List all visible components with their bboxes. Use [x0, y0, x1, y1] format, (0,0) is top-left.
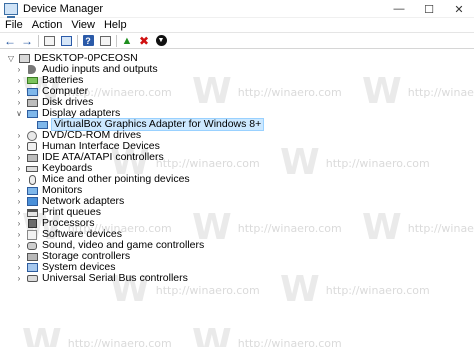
- watermark: Whttp://winaero.com: [362, 207, 474, 248]
- speaker-icon: [26, 65, 38, 75]
- collapsed-chevron-icon[interactable]: ›: [14, 207, 24, 218]
- sound-icon: [26, 241, 38, 251]
- minimize-button[interactable]: —: [384, 0, 414, 18]
- processor-icon: [26, 219, 38, 229]
- title-bar: Device Manager — ☐ ✕: [0, 0, 474, 18]
- expanded-chevron-icon[interactable]: ▽: [6, 53, 16, 64]
- back-arrow-icon: ←: [4, 33, 16, 48]
- device-manager-app-icon: [4, 2, 18, 18]
- watermark: Whttp://winaero.com: [192, 71, 342, 112]
- collapsed-chevron-icon[interactable]: ›: [14, 218, 24, 229]
- hid-icon: [26, 142, 38, 152]
- uninstall-icon: ✖: [138, 33, 150, 48]
- network-icon: [26, 197, 38, 207]
- watermark: Whttp://winaero.com: [280, 269, 430, 310]
- tree-item-label: Universal Serial Bus controllers: [42, 272, 188, 284]
- window-title: Device Manager: [23, 2, 104, 15]
- show-hidden-button[interactable]: [59, 34, 73, 47]
- forward-button[interactable]: →: [20, 33, 34, 48]
- computer-icon: [26, 87, 38, 97]
- device-tree[interactable]: Whttp://winaero.com Whttp://winaero.com …: [0, 50, 474, 347]
- window-controls: — ☐ ✕: [384, 0, 474, 18]
- collapsed-chevron-icon[interactable]: ›: [14, 141, 24, 152]
- collapsed-chevron-icon[interactable]: ›: [14, 251, 24, 262]
- collapsed-chevron-icon[interactable]: ›: [14, 97, 24, 108]
- toolbar: ← → ? ▲ ✖ ▼: [0, 33, 474, 49]
- storage-icon: [26, 252, 38, 262]
- properties-icon: [43, 35, 55, 46]
- software-icon: [26, 229, 38, 240]
- expanded-chevron-icon[interactable]: ∨: [14, 108, 24, 119]
- help-icon: ?: [82, 35, 94, 46]
- collapsed-chevron-icon[interactable]: ›: [14, 262, 24, 273]
- toolbar-separator: [38, 34, 39, 47]
- display-adapter-icon: [26, 109, 38, 119]
- mouse-icon: [26, 174, 38, 185]
- computer-icon: [18, 54, 30, 64]
- disable-button[interactable]: ▼: [154, 34, 168, 47]
- collapsed-chevron-icon[interactable]: ›: [14, 163, 24, 174]
- collapsed-chevron-icon[interactable]: ›: [14, 229, 24, 240]
- maximize-button[interactable]: ☐: [414, 0, 444, 18]
- menu-file[interactable]: File: [1, 19, 27, 31]
- collapsed-chevron-icon[interactable]: ›: [14, 86, 24, 97]
- collapsed-chevron-icon[interactable]: ›: [14, 240, 24, 251]
- collapsed-chevron-icon[interactable]: ›: [14, 152, 24, 163]
- toolbar-separator: [77, 34, 78, 47]
- cdrom-icon: [26, 130, 38, 141]
- close-button[interactable]: ✕: [444, 0, 474, 18]
- keyboard-icon: [26, 164, 38, 174]
- collapsed-chevron-icon[interactable]: ›: [14, 174, 24, 185]
- system-icon: [26, 263, 38, 273]
- usb-icon: [26, 274, 38, 284]
- battery-icon: [26, 76, 38, 86]
- watermark: Whttp://winaero.com: [280, 142, 430, 183]
- ide-icon: [26, 153, 38, 163]
- watermark: Whttp://winaero.com: [192, 207, 342, 248]
- disable-icon: ▼: [155, 35, 167, 46]
- watermark: Whttp://winaero.com: [22, 322, 172, 347]
- collapsed-chevron-icon[interactable]: ›: [14, 75, 24, 86]
- display-adapter-icon: [36, 120, 48, 130]
- tree-item-usb-controllers[interactable]: › Universal Serial Bus controllers: [14, 273, 188, 284]
- update-driver-button[interactable]: ▲: [120, 34, 134, 47]
- monitor-icon: [26, 186, 38, 196]
- printer-icon: [26, 208, 38, 218]
- menu-help[interactable]: Help: [100, 19, 131, 31]
- collapsed-chevron-icon[interactable]: ›: [14, 273, 24, 284]
- disk-icon: [26, 98, 38, 108]
- tree-item-audio[interactable]: › Audio inputs and outputs: [14, 64, 158, 75]
- toolbar-separator: [116, 34, 117, 47]
- scan-hardware-button[interactable]: [98, 34, 112, 47]
- back-button[interactable]: ←: [3, 33, 17, 48]
- scan-hardware-icon: [99, 35, 111, 46]
- collapsed-chevron-icon[interactable]: ›: [14, 196, 24, 207]
- update-driver-icon: ▲: [121, 34, 133, 47]
- properties-button[interactable]: [42, 34, 56, 47]
- menu-action[interactable]: Action: [28, 19, 67, 31]
- watermark: Whttp://winaero.com: [362, 71, 474, 112]
- watermark: Whttp://winaero.com: [192, 322, 342, 347]
- show-hidden-icon: [60, 35, 72, 46]
- collapsed-chevron-icon[interactable]: ›: [14, 64, 24, 75]
- menu-view[interactable]: View: [67, 19, 99, 31]
- collapsed-chevron-icon[interactable]: ›: [14, 185, 24, 196]
- uninstall-button[interactable]: ✖: [137, 33, 151, 48]
- collapsed-chevron-icon[interactable]: ›: [14, 130, 24, 141]
- help-button[interactable]: ?: [81, 34, 95, 47]
- menu-bar: File Action View Help: [0, 18, 474, 33]
- tree-item-mice[interactable]: › Mice and other pointing devices: [14, 174, 190, 185]
- forward-arrow-icon: →: [21, 33, 33, 48]
